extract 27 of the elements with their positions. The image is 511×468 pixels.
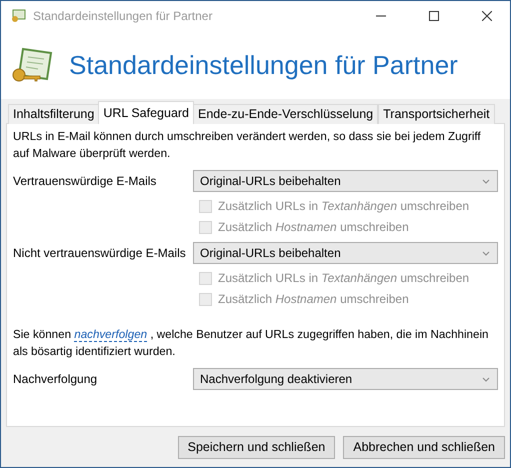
checkbox-label: Zusätzlich URLs in Textanhängen umschreiben bbox=[218, 199, 470, 213]
tracking-note: Sie können nachverfolgen , welche Benutzer auf URLs zugegriffen haben, die im Nachhinein als bösartig identifiziert wurden. bbox=[13, 327, 490, 360]
maximize-icon bbox=[429, 11, 439, 21]
dropdown[interactable]: Original-URLs beibehalten bbox=[193, 242, 498, 264]
checkbox-label: Zusätzlich URLs in Textanhängen umschreiben bbox=[218, 271, 470, 285]
field-label: Nicht vertrauenswürdige E-Mails bbox=[13, 246, 187, 260]
tab[interactable]: URL Safeguard bbox=[98, 101, 194, 124]
checkbox-label: Zusätzlich Hostnamen umschreiben bbox=[218, 292, 409, 306]
dialog-heading: Standardeinstellungen für Partner bbox=[69, 50, 458, 80]
certificate-icon bbox=[10, 9, 26, 23]
dialog-button[interactable]: Abbrechen und schließen bbox=[343, 436, 505, 458]
checkbox-label: Zusätzlich Hostnamen umschreiben bbox=[218, 220, 409, 234]
dropdown[interactable]: Nachverfolgung deaktivieren bbox=[193, 368, 498, 390]
field-label: Nachverfolgung bbox=[13, 372, 98, 386]
chevron-down-icon bbox=[482, 376, 490, 382]
tab[interactable]: Inhaltsfilterung bbox=[8, 104, 100, 124]
tab[interactable]: Transportsicherheit bbox=[378, 104, 495, 124]
tracking-link[interactable]: nachverfolgen bbox=[74, 328, 148, 342]
dropdown[interactable]: Original-URLs beibehalten bbox=[193, 170, 498, 192]
tab[interactable]: Ende-zu-Ende-Verschlüsselung bbox=[193, 104, 378, 124]
dialog-button[interactable]: Speichern und schließen bbox=[178, 436, 336, 458]
field-label: Vertrauenswürdige E-Mails bbox=[13, 174, 158, 188]
chevron-down-icon bbox=[482, 178, 490, 184]
chevron-down-icon bbox=[482, 250, 490, 256]
description-text: URLs in E-Mail können durch umschreiben verändert werden, so dass sie bei jedem Zugriff auf Malware überprüft werden. bbox=[13, 129, 482, 162]
close-icon bbox=[482, 11, 492, 21]
window-title: Standardeinstellungen für Partner bbox=[33, 9, 214, 23]
